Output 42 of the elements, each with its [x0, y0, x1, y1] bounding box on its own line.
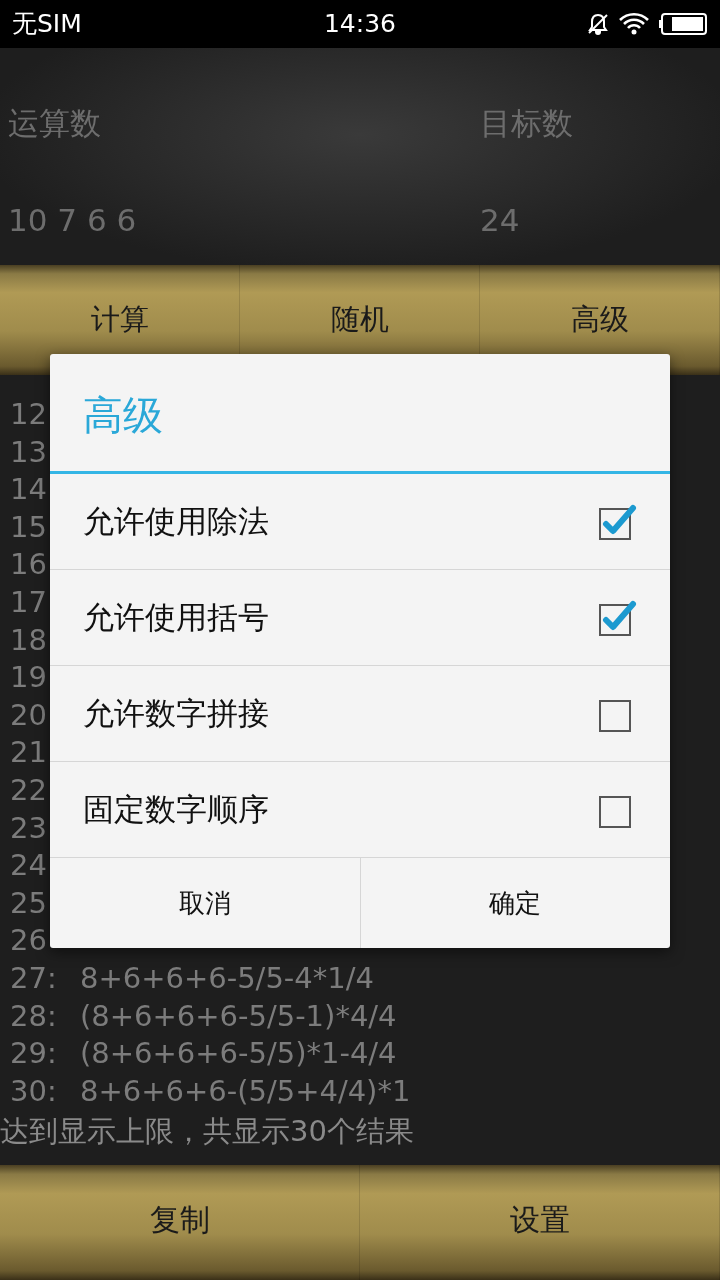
- result-index: 29:: [10, 1035, 58, 1073]
- option-label: 允许数字拼接: [83, 694, 269, 734]
- result-expression: (8+6+6+6-5/5)*1-4/4: [80, 1036, 397, 1071]
- input-field[interactable]: 10 7 6 6: [8, 196, 137, 243]
- result-index: 30:: [10, 1072, 58, 1110]
- clock-text: 14:36: [323, 8, 396, 41]
- result-index: 15: [10, 508, 48, 546]
- result-index: 22: [10, 771, 48, 809]
- result-index: 24: [10, 847, 48, 885]
- result-index: 12: [10, 396, 48, 433]
- input-field[interactable]: 24: [480, 196, 520, 243]
- wifi-icon: [618, 12, 650, 36]
- result-expression: 8+6+6+6-(5/5+4/4)*1: [80, 1073, 411, 1108]
- battery-icon: [658, 12, 708, 36]
- summary-text: 达到显示上限，共显示30个结果: [0, 1113, 414, 1151]
- result-index: 13: [10, 433, 48, 471]
- option-label: 允许使用括号: [83, 598, 269, 638]
- result-index: 27:: [10, 959, 58, 997]
- dialog-button[interactable]: 取消: [50, 858, 360, 948]
- result-index: 25: [10, 884, 48, 922]
- result-index: 17: [10, 583, 48, 621]
- result-index: 20: [10, 696, 48, 734]
- dialog-button[interactable]: 确定: [359, 858, 670, 948]
- carrier-text: 无SIM: [12, 8, 83, 41]
- mute-icon: [586, 12, 610, 36]
- field-label: 运算数: [8, 104, 101, 143]
- option-label: 允许使用除法: [83, 502, 269, 542]
- result-index: 19: [10, 659, 48, 697]
- result-expression: 8+6+6+6-5/5-4*1/4: [80, 960, 374, 995]
- result-index: 14: [10, 471, 48, 509]
- result-index: 23: [10, 809, 48, 847]
- option-label: 固定数字顺序: [83, 790, 269, 830]
- result-expression: (8+6+6+6-5/5-1)*4/4: [80, 998, 397, 1033]
- result-index: 16: [10, 546, 48, 584]
- result-index: 26: [10, 922, 48, 960]
- result-index: 28:: [10, 997, 58, 1035]
- result-index: 18: [10, 621, 48, 659]
- toolbar-button[interactable]: 复制: [0, 1165, 360, 1280]
- result-index: 21: [10, 734, 48, 772]
- toolbar-button[interactable]: 设置: [360, 1165, 720, 1280]
- dialog-title: 高级: [50, 354, 670, 474]
- field-label: 目标数: [480, 104, 573, 143]
